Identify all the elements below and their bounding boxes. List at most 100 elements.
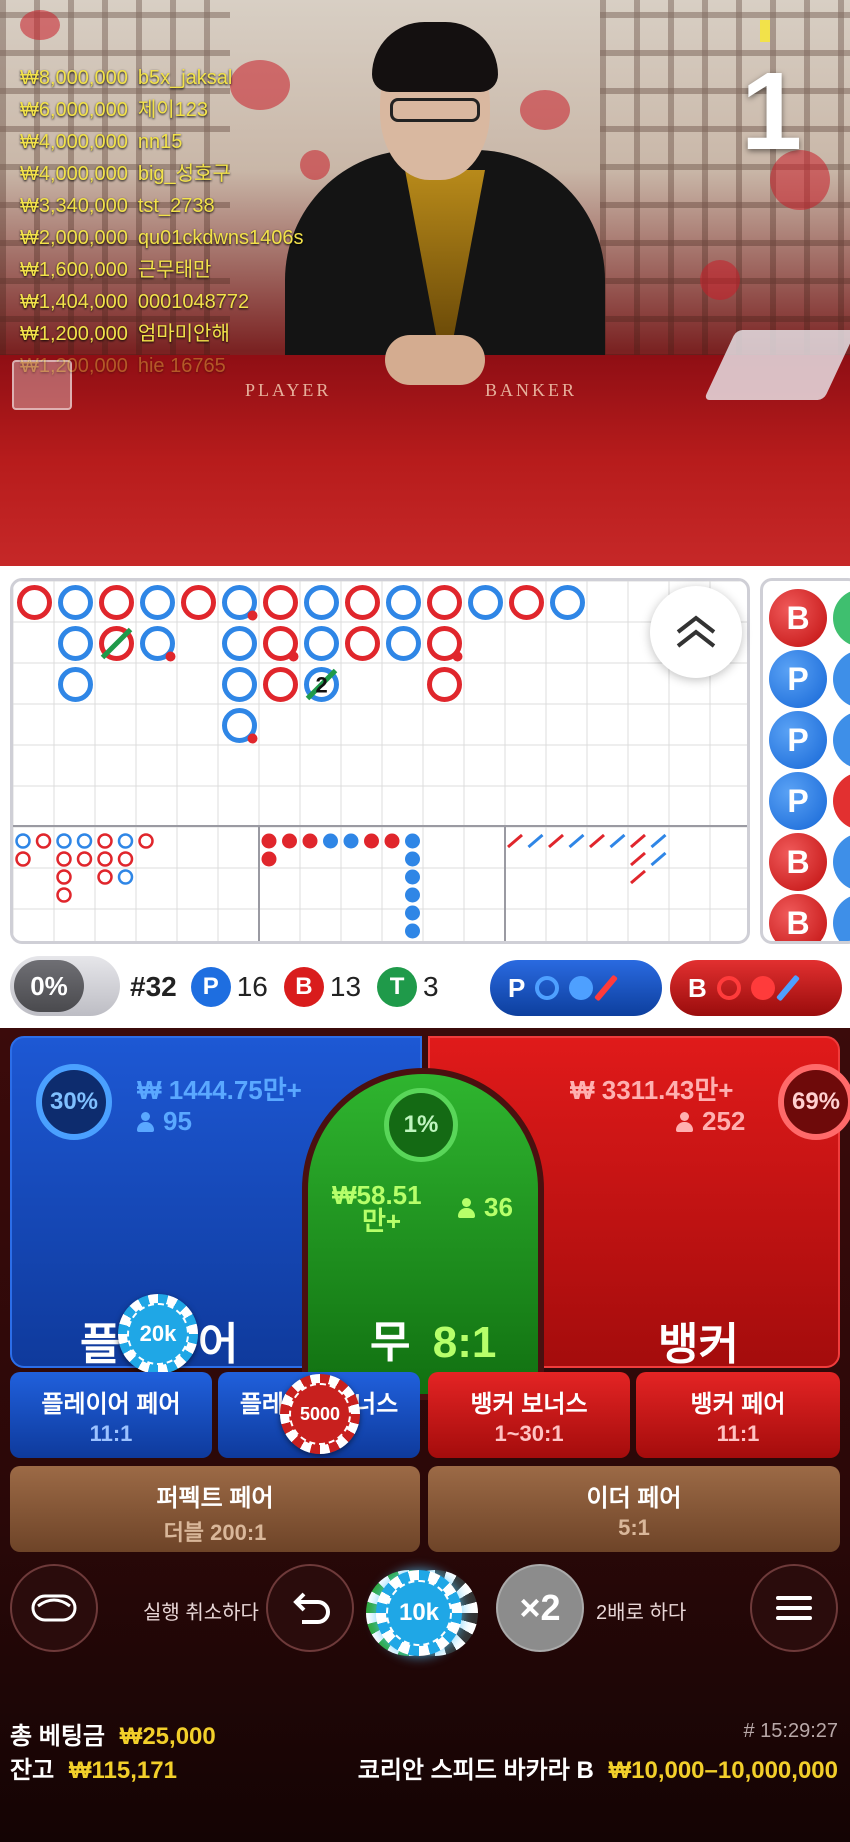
small-dot-icon [750,976,775,1000]
banker-result-ring [99,585,134,620]
player-prediction-button[interactable]: P [490,960,662,1016]
percent-toggle[interactable]: 0% [10,956,120,1016]
round-timestamp: # 15:29:27 [743,1720,838,1742]
player-result-ring [550,585,585,620]
winner-name: qu01ckdwns1406s [137,227,304,249]
pair-dot [452,651,463,662]
tie-label: 무 8:1 [370,1306,496,1370]
chat-button[interactable] [10,1564,98,1652]
chip-selector[interactable]: 10k [366,1568,486,1658]
small-road-dot [343,833,359,849]
cockroach-slash [630,869,646,885]
player-pair-bet[interactable]: 플레이어 페어 11:1 [10,1372,212,1458]
winners-list: ₩8,000,000 b5x_jaksal ₩6,000,000 제이123 ₩4,00… [20,62,304,382]
player-stat-badge: P [190,967,231,1007]
collapse-roadmap-button[interactable] [650,586,742,678]
felt-player-label: PLAYER [245,380,332,400]
side-bet-title-end: 너스 [354,1391,399,1418]
timer-indicator [760,20,770,42]
winner-row: ₩6,000,000 제이123 [20,94,304,126]
selected-chip-10k[interactable]: 10k [376,1570,462,1656]
side-bet-title: 플레이어 페어 [41,1391,181,1418]
big-eye-ring [97,833,113,849]
player-result-ring [58,667,93,702]
person-icon [676,1112,693,1132]
predict-player-letter: P [508,972,526,1003]
big-eye-ring [76,851,93,867]
player-result-ring [222,667,257,702]
player-label-end: 어 [198,1320,239,1369]
cockroach-slash [589,833,605,849]
small-road-dot [405,851,420,867]
perfect-pair-bet[interactable]: 퍼펙트 페어 더블 200:1 [10,1466,420,1552]
winner-name: 근무태만 [137,259,212,281]
blossom-decor [520,90,570,130]
banker-bonus-bet[interactable]: 뱅커 보너스 1~30:1 [428,1372,630,1458]
predict-banker-letter: B [688,972,707,1003]
winner-amount: ₩8,000,000 [20,67,128,89]
shoe-statistics: #32 P 16 B 13 T 3 [130,946,449,1028]
player-result-ring [58,585,93,620]
tie-count-label: 2 [316,673,328,698]
big-road[interactable]: 2 [10,578,750,944]
banker-pair-bet[interactable]: 뱅커 페어 11:1 [636,1372,840,1458]
bead-partial [833,589,850,647]
big-eye-ring [97,851,113,867]
tie-count: 3 [423,971,439,1002]
big-eye-ring [56,869,72,885]
winner-amount: ₩3,340,000 [20,195,128,217]
winner-row: ₩8,000,000 b5x_jaksal [20,62,304,94]
side-bet-odds: 11:1 [89,1421,133,1446]
player-result-ring [304,626,339,661]
balance-value: ₩115,171 [68,1757,177,1784]
chip-value: 20k [127,1303,189,1365]
percent-toggle-knob: 0% [14,960,84,1012]
bead-player: P [769,711,827,769]
small-road-dot [405,905,420,921]
tie-bet-spot[interactable]: 1% ₩58.51 만+ 36 무 8:1 [302,1068,544,1400]
winner-name: b5x_jaksal [137,67,233,89]
bead-banker: B [769,894,827,941]
small-road-dot [323,833,338,849]
person-icon [137,1112,154,1132]
either-pair-bet[interactable]: 이더 페어 5:1 [428,1466,840,1552]
tie-amount-unit: 만+ [362,1206,402,1236]
round-countdown: 1 [740,50,802,173]
banker-percent-ring: 69% [778,1064,850,1140]
side-bet-odds: 더블 200:1 [163,1520,267,1545]
bead-ring-icon [716,976,741,1000]
placed-chip-player-bonus: 5000 [280,1374,360,1454]
tie-bettors: 36 [484,1192,513,1222]
player-total-amount: ₩ 1444.75만+ [137,1075,302,1105]
bead-player: P [769,650,827,708]
player-bonus-bet[interactable]: 플레 너스 5000 [218,1372,420,1458]
placed-chip-player: 20k [118,1294,198,1374]
side-bet-title: 퍼펙트 페어 [156,1485,274,1512]
total-bet: 총 베팅금 ₩25,000 [10,1716,216,1751]
bead-plate[interactable]: BPPPBB [760,578,850,944]
banker-prediction-button[interactable]: B [670,960,842,1016]
player-win-count: 16 [236,971,268,1002]
tie-stat-badge: T [377,967,418,1007]
undo-button[interactable] [266,1564,354,1652]
bead-partial [833,711,850,769]
hamburger-menu-icon [776,1596,812,1620]
winner-row: ₩1,200,000 hie 16765 [20,350,304,382]
pair-dot [288,651,299,662]
cockroach-slash [527,833,544,849]
footer-info: 총 베팅금 ₩25,000 # 15:29:27 잔고 ₩115,171 코리안… [0,1708,850,1842]
tie-bettor-count: 36 [458,1192,513,1223]
big-eye-ring [117,851,134,867]
menu-button[interactable] [750,1564,838,1652]
small-road-dot [282,833,297,849]
banker-result-ring [345,626,380,661]
bead-banker: B [769,833,827,891]
player-result-ring [58,626,93,661]
tie-total-amount: ₩58.51 만+ [332,1182,422,1234]
table-limits: ₩10,000–10,000,000 [608,1757,838,1784]
cockroach-slash [630,833,646,849]
cockroach-slash [650,851,667,867]
double-bet-button[interactable]: ×2 [496,1564,584,1652]
side-bet-title: 뱅커 페어 [690,1391,786,1418]
big-eye-ring [15,851,31,867]
